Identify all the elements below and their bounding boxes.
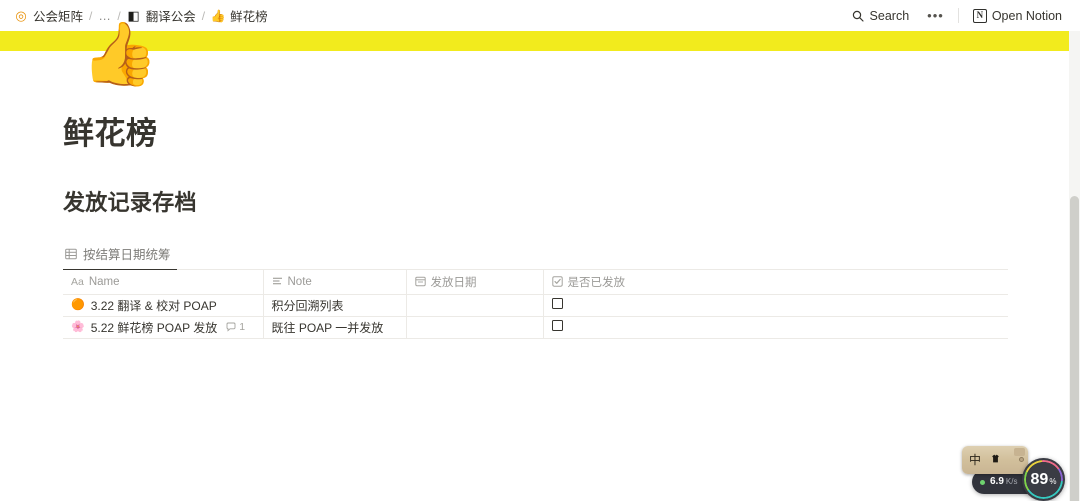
magnifier-icon	[851, 9, 865, 23]
column-header-name[interactable]: Aa Name	[63, 270, 264, 295]
page-title: 鲜花榜	[63, 116, 158, 151]
column-header-note[interactable]: Note	[263, 270, 407, 295]
search-button[interactable]: Search	[847, 7, 914, 25]
compass-icon: ◎	[15, 8, 27, 23]
thumbs-up-icon: 👍	[210, 8, 226, 23]
open-notion-label: Open Notion	[991, 8, 1062, 23]
cell-date[interactable]	[406, 316, 544, 339]
more-options-button[interactable]: •••	[923, 8, 948, 23]
ime-handle[interactable]	[1014, 448, 1025, 456]
comment-count-text: 1	[239, 321, 246, 333]
notion-logo-icon: N	[972, 8, 987, 23]
breadcrumb-item-1[interactable]: ◎ 公会矩阵	[14, 6, 83, 25]
title-type-icon: Aa	[71, 275, 84, 288]
cell-note[interactable]: 既往 POAP 一并发放	[263, 316, 407, 339]
checkbox[interactable]	[551, 298, 563, 309]
row-name-text: 3.22 翻译 & 校对 POAP	[90, 298, 217, 313]
checkbox[interactable]	[551, 320, 563, 331]
gauge-value: 89	[1030, 470, 1049, 488]
cell-name[interactable]: 🟠 3.22 翻译 & 校对 POAP	[63, 294, 264, 317]
toolbar-divider	[957, 8, 959, 23]
cell-date[interactable]	[406, 294, 544, 317]
row-name-text: 5.22 鲜花榜 POAP 发放	[90, 320, 218, 335]
table-row[interactable]: 🟠 3.22 翻译 & 校对 POAP 积分回溯列表	[63, 294, 1008, 317]
breadcrumb-separator: /	[201, 8, 206, 23]
cell-issued[interactable]	[543, 294, 1008, 317]
database-table: Aa Name Note 发放日期 是否已发放 🟠 3.22 翻译 & 校对 P…	[63, 270, 1008, 339]
text-type-icon	[272, 276, 283, 287]
search-label: Search	[869, 8, 910, 23]
cell-issued[interactable]	[543, 316, 1008, 339]
gauge-unit: %	[1049, 476, 1057, 486]
date-type-icon	[414, 276, 426, 287]
breadcrumb-item-current[interactable]: 👍 鲜花榜	[211, 6, 268, 25]
cell-note[interactable]: 积分回溯列表	[263, 294, 407, 317]
vertical-scrollbar-track[interactable]	[1069, 31, 1080, 501]
tabs-divider	[176, 269, 1008, 270]
gauge-label: 89 %	[1030, 470, 1057, 488]
column-label-name: Name	[88, 275, 120, 288]
page-icon[interactable]: 👍	[73, 24, 167, 86]
ime-skin-icon[interactable]	[990, 453, 1001, 467]
open-notion-button[interactable]: N Open Notion	[969, 7, 1066, 25]
row-emoji-icon: 🟠	[71, 298, 85, 311]
database-view-tab-label: 按结算日期统筹	[83, 248, 171, 262]
table-header-row: Aa Name Note 发放日期 是否已发放	[63, 270, 1008, 295]
comment-icon	[226, 322, 236, 332]
network-speed-value: 6.9	[990, 476, 1004, 487]
ime-floating-bar[interactable]: 中	[962, 446, 1028, 474]
database-view-tab[interactable]: 按结算日期统筹	[63, 241, 177, 270]
network-speed-unit: K/s	[1005, 477, 1018, 486]
top-bar-actions: Search ••• N Open Notion	[847, 7, 1066, 25]
cell-name[interactable]: 🌸 5.22 鲜花榜 POAP 发放 1	[63, 316, 264, 339]
breadcrumb-label-current: 鲜花榜	[230, 10, 268, 24]
row-emoji-icon: 🌸	[71, 320, 85, 333]
page-content: 鲜花榜 发放记录存档 按结算日期统筹 Aa Name Note 发放日期 是否已…	[0, 51, 1063, 339]
column-label-date: 发放日期	[430, 276, 477, 289]
breadcrumb-label-1: 公会矩阵	[33, 10, 84, 24]
comment-count[interactable]: 1	[226, 321, 245, 333]
column-label-note: Note	[287, 275, 312, 288]
system-usage-gauge[interactable]: 89 %	[1022, 458, 1065, 501]
status-dot-icon	[980, 479, 985, 485]
ime-mode-label[interactable]: 中	[969, 454, 981, 466]
column-header-date[interactable]: 发放日期	[406, 270, 544, 295]
table-icon	[65, 248, 77, 260]
table-row[interactable]: 🌸 5.22 鲜花榜 POAP 发放 1 既往 POAP 一并发放	[63, 316, 1008, 339]
column-label-issued: 是否已发放	[567, 276, 626, 289]
section-heading: 发放记录存档	[63, 190, 197, 215]
ime-indicator-dot	[1019, 457, 1024, 462]
checkbox-type-icon	[551, 276, 563, 287]
column-header-issued[interactable]: 是否已发放	[543, 270, 1008, 295]
database-block: 按结算日期统筹 Aa Name Note 发放日期 是否已发放 🟠 3.22 翻…	[63, 241, 1008, 339]
database-view-tabs: 按结算日期统筹	[63, 241, 1008, 270]
vertical-scrollbar-thumb[interactable]	[1070, 196, 1079, 501]
